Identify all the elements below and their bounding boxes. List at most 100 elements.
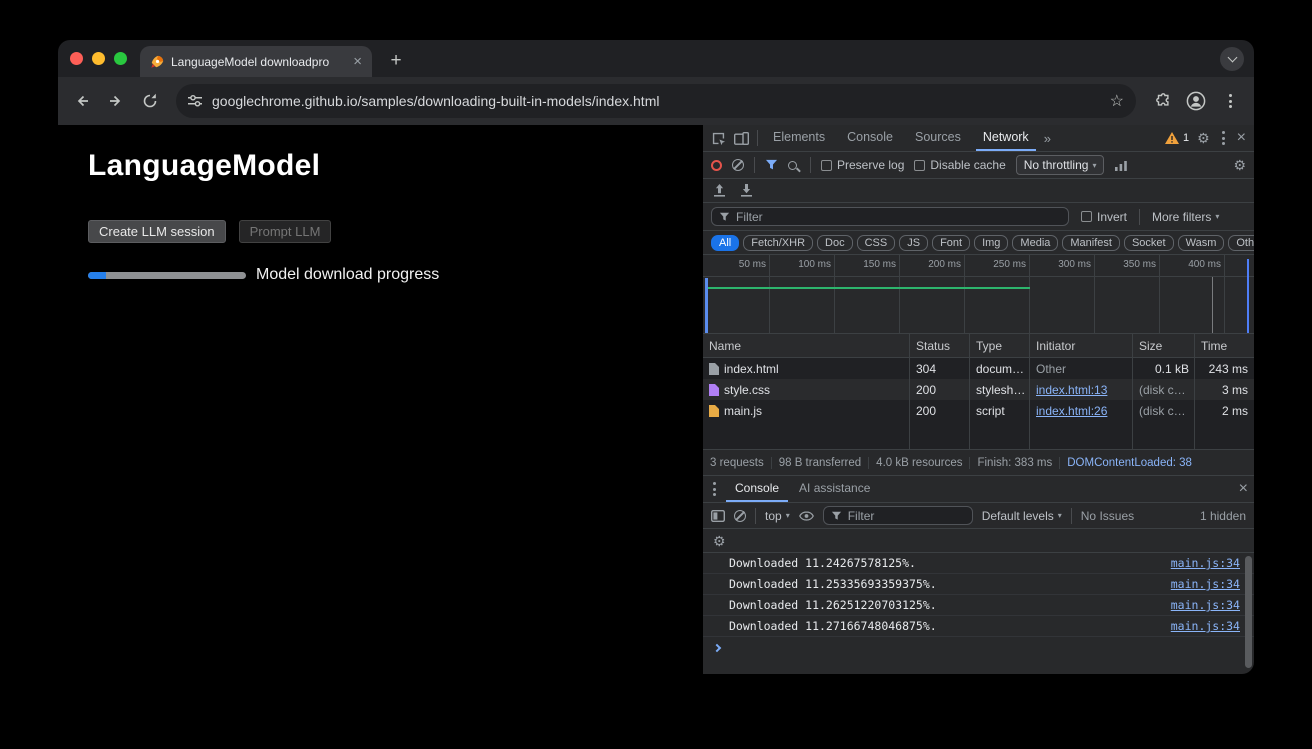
column-divider[interactable] xyxy=(969,334,970,449)
create-llm-session-button[interactable]: Create LLM session xyxy=(88,220,226,243)
model-download-progress-bar xyxy=(88,272,246,279)
console-prompt[interactable] xyxy=(703,637,1254,659)
forward-button[interactable] xyxy=(102,87,130,115)
reload-button[interactable] xyxy=(136,87,164,115)
request-initiator-link[interactable]: index.html:26 xyxy=(1030,404,1133,418)
console-message-source-link[interactable]: main.js:34 xyxy=(1171,619,1240,633)
export-har-icon[interactable] xyxy=(740,184,753,197)
filter-chip-media[interactable]: Media xyxy=(1012,235,1058,251)
drawer-tab-console[interactable]: Console xyxy=(726,476,788,502)
bookmark-star-icon[interactable]: ☆ xyxy=(1110,91,1124,111)
network-filter-input[interactable] xyxy=(736,210,1061,224)
filter-funnel-icon[interactable] xyxy=(765,159,778,171)
column-header-name[interactable]: Name xyxy=(703,334,910,357)
record-network-log-button[interactable] xyxy=(711,160,722,171)
prompt-llm-button[interactable]: Prompt LLM xyxy=(239,220,332,243)
browser-tab[interactable]: LanguageModel downloadpro × xyxy=(140,46,372,77)
column-divider[interactable] xyxy=(909,334,910,449)
column-divider[interactable] xyxy=(1194,334,1195,449)
filter-chip-img[interactable]: Img xyxy=(974,235,1008,251)
filter-chip-manifest[interactable]: Manifest xyxy=(1062,235,1120,251)
column-header-initiator[interactable]: Initiator xyxy=(1030,334,1133,357)
column-divider[interactable] xyxy=(1029,334,1030,449)
throttling-select[interactable]: No throttling ▾ xyxy=(1016,155,1105,175)
console-scrollbar-thumb[interactable] xyxy=(1245,556,1252,668)
device-toolbar-icon[interactable] xyxy=(734,132,749,145)
network-request-row[interactable]: index.html 304 docum… Other 0.1 kB 243 m… xyxy=(703,358,1254,379)
address-bar[interactable]: googlechrome.github.io/samples/downloadi… xyxy=(176,84,1136,118)
inspect-element-icon[interactable] xyxy=(711,131,726,146)
drawer-menu-icon[interactable] xyxy=(709,478,720,500)
console-filter-input[interactable] xyxy=(848,509,965,523)
devtools-close-icon[interactable]: × xyxy=(1237,130,1246,146)
console-sidebar-icon[interactable] xyxy=(711,510,725,522)
disable-cache-checkbox[interactable]: Disable cache xyxy=(914,158,1005,172)
new-tab-button[interactable]: + xyxy=(382,47,410,75)
import-har-icon[interactable] xyxy=(713,184,726,197)
tab-sources[interactable]: Sources xyxy=(908,125,968,151)
filter-chip-other[interactable]: Other xyxy=(1228,235,1254,251)
network-settings-gear-icon[interactable]: ⚙ xyxy=(1233,158,1246,172)
column-header-status[interactable]: Status xyxy=(910,334,970,357)
request-type: stylesh… xyxy=(970,383,1030,397)
hidden-messages-count[interactable]: 1 hidden xyxy=(1200,509,1246,523)
tab-network[interactable]: Network xyxy=(976,125,1036,151)
tab-elements[interactable]: Elements xyxy=(766,125,832,151)
tab-console[interactable]: Console xyxy=(840,125,900,151)
filter-chip-all[interactable]: All xyxy=(711,235,739,251)
log-levels-dropdown[interactable]: Default levels ▾ xyxy=(982,509,1062,523)
column-header-type[interactable]: Type xyxy=(970,334,1030,357)
zoom-window-button[interactable] xyxy=(114,52,127,65)
extensions-icon[interactable] xyxy=(1148,87,1176,115)
filter-chip-font[interactable]: Font xyxy=(932,235,970,251)
drawer-close-icon[interactable]: × xyxy=(1239,481,1248,497)
drawer-tab-ai-assistance[interactable]: AI assistance xyxy=(790,476,879,502)
minimize-window-button[interactable] xyxy=(92,52,105,65)
checkbox[interactable] xyxy=(914,160,925,171)
network-filter-row: Invert More filters ▾ xyxy=(703,203,1254,231)
console-message-source-link[interactable]: main.js:34 xyxy=(1171,556,1240,570)
preserve-log-checkbox[interactable]: Preserve log xyxy=(821,158,904,172)
filter-chip-fetch-xhr[interactable]: Fetch/XHR xyxy=(743,235,813,251)
filter-chip-doc[interactable]: Doc xyxy=(817,235,853,251)
filter-chip-css[interactable]: CSS xyxy=(857,235,896,251)
eye-icon[interactable] xyxy=(799,511,814,521)
browser-menu-icon[interactable] xyxy=(1216,87,1244,115)
column-divider[interactable] xyxy=(1132,334,1133,449)
devtools-settings-gear-icon[interactable]: ⚙ xyxy=(1197,131,1210,145)
devtools-menu-icon[interactable] xyxy=(1218,127,1229,149)
column-header-time[interactable]: Time xyxy=(1195,334,1254,357)
network-request-row[interactable]: style.css 200 stylesh… index.html:13 (di… xyxy=(703,379,1254,400)
search-icon[interactable] xyxy=(788,161,797,170)
console-filter-input-wrap[interactable] xyxy=(823,506,973,525)
filter-chip-wasm[interactable]: Wasm xyxy=(1178,235,1225,251)
filter-chip-socket[interactable]: Socket xyxy=(1124,235,1174,251)
site-settings-icon[interactable] xyxy=(188,94,202,108)
issues-counter[interactable]: No Issues xyxy=(1081,509,1134,523)
request-initiator-link[interactable]: index.html:13 xyxy=(1030,383,1133,397)
more-filters-dropdown[interactable]: More filters ▾ xyxy=(1152,210,1219,224)
network-filter-input-wrap[interactable] xyxy=(711,207,1069,226)
tab-close-icon[interactable]: × xyxy=(351,54,364,69)
back-button[interactable] xyxy=(68,87,96,115)
column-header-size[interactable]: Size xyxy=(1133,334,1195,357)
tab-search-button[interactable] xyxy=(1220,47,1244,71)
context-selector[interactable]: top ▾ xyxy=(765,509,790,523)
warning-icon[interactable] xyxy=(1165,132,1179,144)
invert-checkbox[interactable]: Invert xyxy=(1081,210,1127,224)
network-timeline-overview[interactable]: 50 ms 100 ms 150 ms 200 ms 250 ms 300 ms… xyxy=(703,255,1254,334)
clear-network-log-icon[interactable] xyxy=(732,159,744,171)
clear-console-icon[interactable] xyxy=(734,510,746,522)
checkbox[interactable] xyxy=(1081,211,1092,222)
network-conditions-icon[interactable] xyxy=(1114,160,1128,171)
console-message-source-link[interactable]: main.js:34 xyxy=(1171,598,1240,612)
close-window-button[interactable] xyxy=(70,52,83,65)
network-request-row[interactable]: main.js 200 script index.html:26 (disk c… xyxy=(703,400,1254,421)
filter-chip-js[interactable]: JS xyxy=(899,235,928,251)
console-message-source-link[interactable]: main.js:34 xyxy=(1171,577,1240,591)
checkbox[interactable] xyxy=(821,160,832,171)
more-tabs-icon[interactable]: » xyxy=(1044,131,1051,146)
profile-avatar[interactable] xyxy=(1182,87,1210,115)
timeline-selection-handle[interactable] xyxy=(705,278,708,333)
console-settings-gear-icon[interactable]: ⚙ xyxy=(713,534,726,548)
